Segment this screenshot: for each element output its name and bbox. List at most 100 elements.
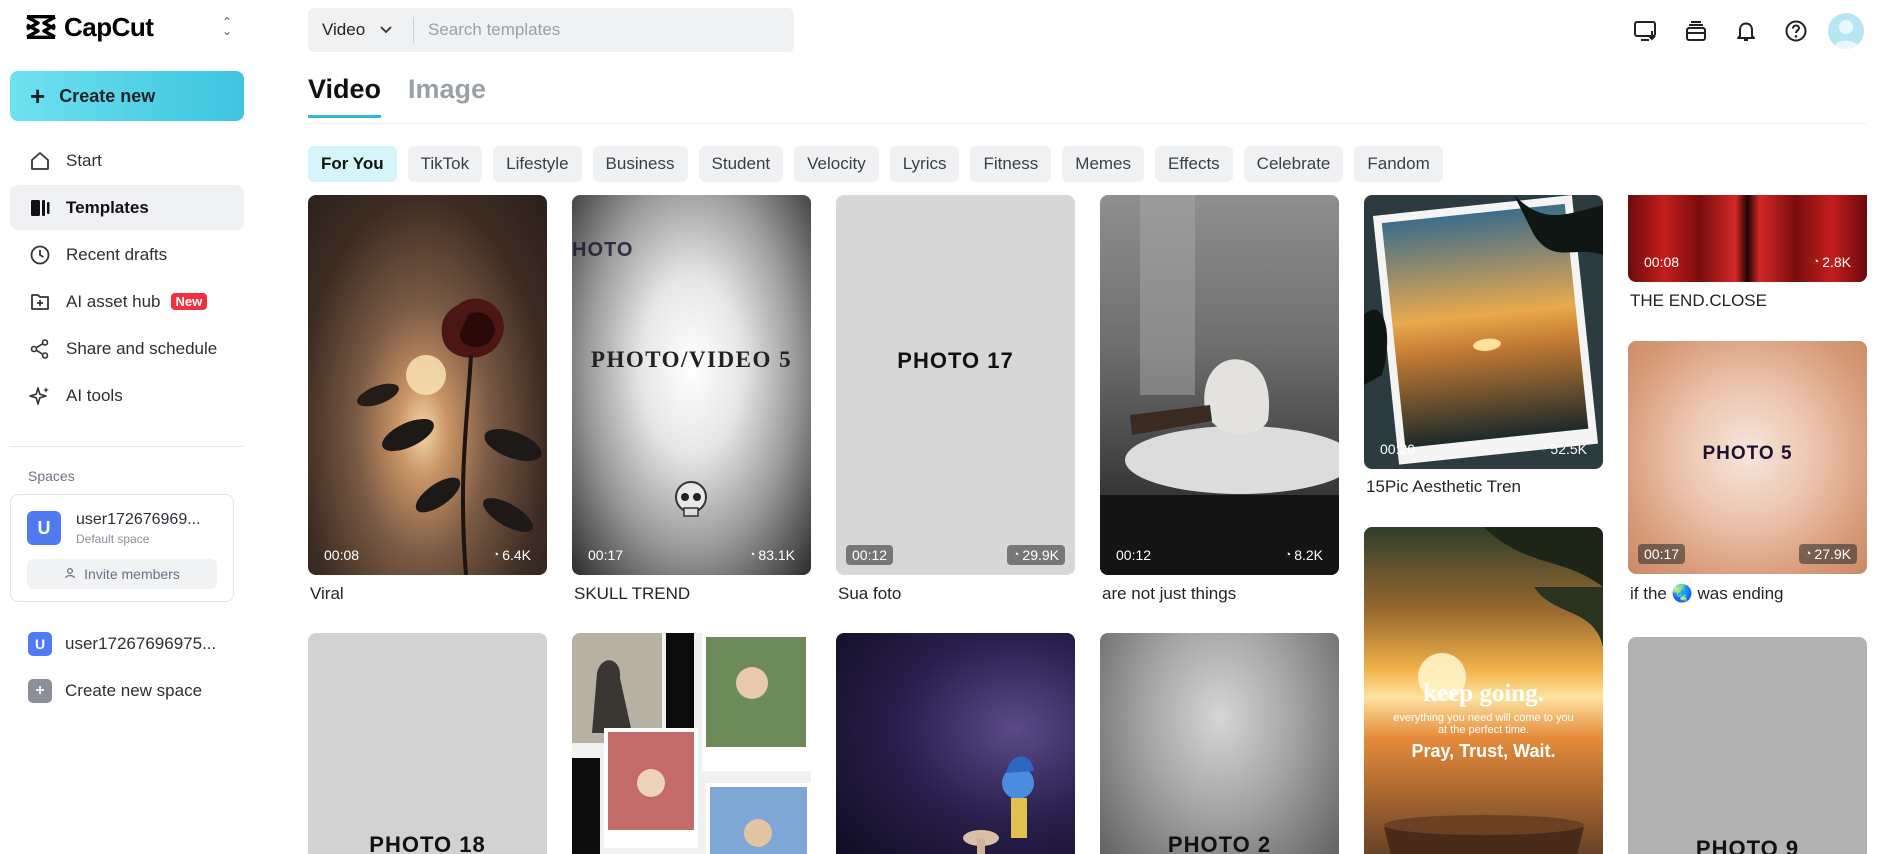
search-type-value: Video bbox=[322, 20, 366, 39]
sidebar-item-start[interactable]: Start bbox=[10, 138, 244, 183]
template-thumbnail: PHOTO 9 bbox=[1628, 637, 1867, 854]
template-title: SKULL TREND bbox=[574, 584, 691, 603]
template-title: Sua foto bbox=[838, 584, 902, 603]
thumb-caption: PHOTO 17 bbox=[897, 348, 1014, 373]
flame-icon: ◔ bbox=[492, 549, 500, 561]
thumb-caption: PHOTO 5 bbox=[1702, 443, 1793, 464]
switch-chevron-icon[interactable]: ⌃ ⌄ bbox=[220, 16, 234, 37]
chip-velocity[interactable]: Velocity bbox=[794, 146, 879, 182]
template-thumbnail: 00:08 ◔ 6.4K bbox=[308, 195, 547, 575]
bell-icon[interactable] bbox=[1728, 13, 1764, 49]
thumb-caption: PHOTO/VIDEO 5 bbox=[590, 347, 793, 372]
category-chips: For You TikTok Lifestyle Business Studen… bbox=[308, 146, 1454, 182]
template-grid: 00:08 ◔ 6.4K Viral HOTO PHOTO/VIDEO 5 00:… bbox=[0, 195, 1882, 854]
chip-lyrics[interactable]: Lyrics bbox=[889, 146, 960, 182]
rose-image bbox=[357, 298, 542, 575]
stack-icon[interactable] bbox=[1678, 13, 1714, 49]
chip-fandom[interactable]: Fandom bbox=[1354, 146, 1443, 182]
template-title: if the 🌏 was ending bbox=[1630, 584, 1784, 603]
tab-video[interactable]: Video bbox=[308, 74, 382, 118]
statue-image bbox=[1100, 195, 1339, 575]
usage-badge: ◔ 29.9K bbox=[1006, 545, 1065, 565]
usage-count: 2.8K bbox=[1822, 254, 1851, 270]
usage-count: 27.9K bbox=[1814, 546, 1851, 562]
template-title: THE END.CLOSE bbox=[1630, 291, 1767, 310]
template-thumbnail: PHOTO 18 bbox=[308, 633, 547, 854]
chevron-down-icon bbox=[379, 20, 393, 40]
capcut-logo-icon bbox=[26, 15, 56, 39]
duration-badge: 00:17 bbox=[1638, 544, 1686, 564]
chip-celebrate[interactable]: Celebrate bbox=[1243, 146, 1344, 182]
photo-collage-image bbox=[572, 633, 811, 854]
usage-count: 29.9K bbox=[1022, 547, 1059, 563]
chip-fitness[interactable]: Fitness bbox=[970, 146, 1052, 182]
create-new-button[interactable]: + Create new bbox=[10, 71, 244, 121]
create-new-label: Create new bbox=[59, 85, 156, 106]
template-thumbnail: HOTO PHOTO/VIDEO 5 00:17 ◔ 83.1K bbox=[572, 195, 811, 575]
usage-count: 8.2K bbox=[1294, 547, 1323, 563]
chip-tiktok[interactable]: TikTok bbox=[407, 146, 483, 182]
usage-badge: ◔ 83.1K bbox=[743, 545, 801, 565]
template-thumbnail: PHOTO 5 00:17 ◔ 27.9K bbox=[1628, 341, 1867, 574]
flame-icon: ◔ bbox=[1804, 548, 1812, 560]
sidebar-item-label: Start bbox=[66, 150, 102, 170]
template-title: are not just things bbox=[1102, 584, 1237, 603]
search-input[interactable] bbox=[414, 8, 794, 52]
tabs-divider bbox=[308, 123, 1866, 124]
flame-icon: ◔ bbox=[1540, 443, 1548, 455]
duration-badge: 00:17 bbox=[588, 547, 624, 563]
template-title: Viral bbox=[310, 584, 344, 603]
skull-icon bbox=[675, 481, 707, 517]
template-thumbnail: 00:08 ◔ 2.8K bbox=[1628, 195, 1867, 282]
flame-icon: ◔ bbox=[1284, 549, 1292, 561]
thumb-caption: PHOTO 9 bbox=[1695, 836, 1800, 854]
sunset-frames-image bbox=[1364, 195, 1603, 469]
chip-business[interactable]: Business bbox=[592, 146, 688, 182]
duration-badge: 00:12 bbox=[846, 545, 894, 565]
keep-going-sub: everything you need will come to you at … bbox=[1393, 712, 1574, 736]
duration-badge: 00:08 bbox=[324, 547, 360, 563]
chip-lifestyle[interactable]: Lifestyle bbox=[493, 146, 582, 182]
duration-badge: 00:20 bbox=[1380, 441, 1416, 457]
duration-badge: 00:08 bbox=[1644, 254, 1680, 270]
plus-icon: + bbox=[30, 81, 46, 111]
flame-icon: ◔ bbox=[748, 549, 756, 561]
usage-count: 83.1K bbox=[758, 547, 795, 563]
partial-thumb-text: HOTO bbox=[572, 239, 634, 261]
flame-icon: ◔ bbox=[1012, 549, 1020, 561]
monitor-download-icon[interactable] bbox=[1628, 13, 1664, 49]
chip-memes[interactable]: Memes bbox=[1062, 146, 1145, 182]
usage-count: 6.4K bbox=[502, 547, 531, 563]
app-logo[interactable]: CapCut ⌃ ⌄ bbox=[24, 10, 234, 44]
template-thumbnail: PHOTO 2 bbox=[1100, 633, 1339, 854]
duration-badge: 00:12 bbox=[1116, 547, 1152, 563]
template-thumbnail bbox=[572, 633, 811, 854]
tab-image[interactable]: Image bbox=[408, 74, 486, 118]
profile-avatar[interactable] bbox=[1828, 13, 1864, 49]
template-thumbnail: keep going. everything you need will com… bbox=[1364, 527, 1603, 854]
flame-icon: ◔ bbox=[1812, 256, 1820, 268]
usage-badge: ◔ 27.9K bbox=[1798, 544, 1857, 564]
chip-effects[interactable]: Effects bbox=[1155, 146, 1233, 182]
character-image bbox=[963, 756, 1034, 854]
chip-for-you[interactable]: For You bbox=[308, 146, 397, 182]
main-tabs: Video Image bbox=[308, 74, 513, 118]
template-thumbnail bbox=[836, 633, 1075, 854]
top-toolbar bbox=[1614, 12, 1882, 50]
home-icon bbox=[28, 149, 52, 173]
usage-badge: ◔ 52.5K bbox=[1535, 439, 1593, 459]
usage-count: 52.5K bbox=[1550, 441, 1587, 457]
usage-badge: ◔ 8.2K bbox=[1279, 545, 1329, 565]
search-type-dropdown[interactable]: Video bbox=[308, 8, 413, 52]
template-thumbnail: 00:12 ◔ 8.2K bbox=[1100, 195, 1339, 575]
keep-going-headline: keep going. bbox=[1423, 680, 1544, 707]
help-icon[interactable] bbox=[1778, 13, 1814, 49]
chip-student[interactable]: Student bbox=[698, 146, 784, 182]
thumb-caption: PHOTO 18 bbox=[369, 832, 486, 854]
template-title: 15Pic Aesthetic Tren bbox=[1366, 477, 1521, 496]
thumb-caption: PHOTO 2 bbox=[1167, 832, 1272, 854]
usage-badge: ◔ 2.8K bbox=[1807, 252, 1857, 272]
usage-badge: ◔ 6.4K bbox=[487, 545, 537, 565]
app-name: CapCut bbox=[64, 11, 154, 42]
template-thumbnail: 00:20 ◔ 52.5K bbox=[1364, 195, 1603, 469]
